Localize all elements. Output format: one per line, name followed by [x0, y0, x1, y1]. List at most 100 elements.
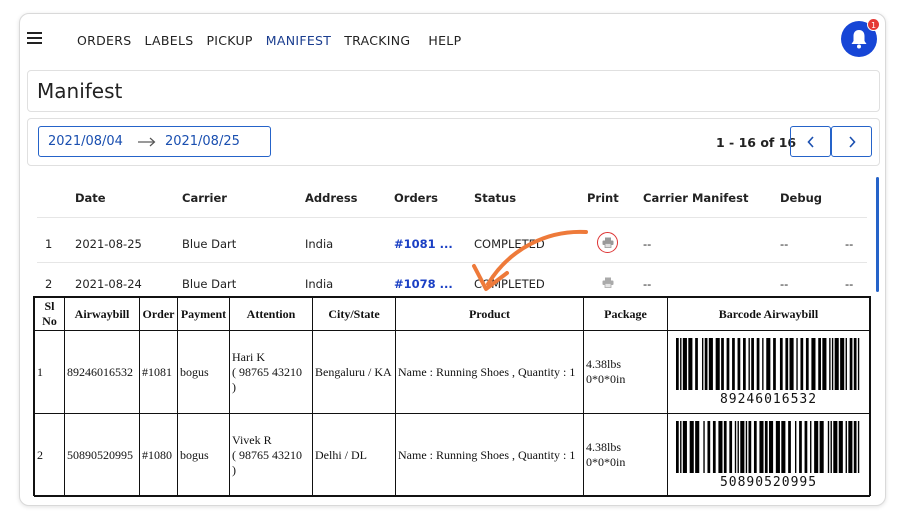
nav-tracking[interactable]: TRACKING [344, 33, 410, 48]
row-address: India [305, 277, 334, 291]
barcode-bar [694, 337, 698, 390]
barcode-bar [689, 420, 694, 473]
table-row[interactable]: 1 2021-08-25 Blue Dart India #1081 ... C… [37, 223, 867, 263]
title-card: Manifest [27, 70, 880, 112]
label-awb: 89246016532 [64, 330, 140, 414]
barcode-bar [694, 420, 699, 473]
prev-page-button[interactable] [790, 126, 831, 157]
barcode-bar [775, 420, 780, 473]
bell-icon [851, 30, 867, 49]
package-dims: 0*0*0in [586, 455, 626, 469]
label-package: 4.38lbs 0*0*0in [583, 413, 668, 497]
barcode-bar [828, 337, 831, 390]
barcode-number: 50890520995 [719, 474, 818, 490]
barcode-bar [764, 420, 768, 473]
barcode-bar [704, 337, 707, 390]
filter-bar: 2021/08/04 2021/08/25 1 - 16 of 16 [27, 118, 880, 166]
barcode-bar [809, 420, 811, 473]
barcode-bar [849, 337, 852, 390]
barcode-image [675, 337, 859, 390]
table-header: Date Carrier Address Orders Status Print… [37, 178, 867, 218]
row-date: 2021-08-25 [75, 237, 142, 251]
label-header-attention: Attention [229, 297, 313, 331]
notification-badge: 1 [867, 18, 880, 31]
barcode-bar [813, 420, 818, 473]
label-payment: bogus [177, 330, 230, 414]
header-date: Date [75, 191, 106, 205]
barcode-bar [838, 420, 843, 473]
barcode-bar [758, 420, 764, 473]
date-range-picker[interactable]: 2021/08/04 2021/08/25 [38, 126, 271, 157]
barcode-bar [817, 337, 821, 390]
barcode-bar [708, 337, 713, 390]
label-city: Delhi / DL [312, 413, 396, 497]
top-nav: ORDERS LABELS PICKUP MANIFEST TRACKING H… [20, 14, 885, 66]
row-address: India [305, 237, 334, 251]
nav-help[interactable]: HELP [428, 33, 461, 48]
header-debug: Debug [780, 191, 822, 205]
row-index: 2 [45, 277, 53, 291]
barcode-bar [845, 337, 847, 390]
nav-manifest[interactable]: MANIFEST [266, 33, 331, 48]
nav-pickup[interactable]: PICKUP [206, 33, 252, 48]
attention-name: Hari K [232, 349, 265, 364]
barcode-bar [831, 337, 833, 390]
row-extra: -- [845, 277, 854, 291]
chevron-left-icon [806, 135, 814, 148]
barcode-bar [857, 337, 859, 390]
barcode-bar [756, 337, 759, 390]
package-dims: 0*0*0in [586, 372, 626, 386]
print-button[interactable] [597, 232, 618, 253]
barcode-bar [723, 420, 727, 473]
label-barcode: 89246016532 [667, 330, 870, 414]
label-header-payment: Payment [177, 297, 230, 331]
barcode-bar [737, 420, 739, 473]
label-sl: 2 [34, 413, 65, 497]
date-from: 2021/08/04 [48, 134, 123, 149]
barcode-bar [765, 337, 770, 390]
barcode-bar [750, 337, 754, 390]
next-page-button[interactable] [831, 126, 872, 157]
row-orders-link[interactable]: #1078 ... [394, 277, 453, 291]
label-row: 1 89246016532 #1081 bogus Hari K ( 98765… [34, 330, 870, 414]
chevron-right-icon [848, 135, 856, 148]
attention-name: Vivek R [232, 432, 272, 447]
barcode-bar [789, 337, 794, 390]
barcode-bar [675, 420, 679, 473]
label-header-sl: Sl No [34, 297, 65, 331]
label-product: Name : Running Shoes , Quantity : 1 [395, 330, 584, 414]
nav-labels[interactable]: LABELS [144, 33, 193, 48]
barcode-bar [768, 420, 773, 473]
arrow-right-icon [137, 137, 156, 146]
barcode-bar [772, 337, 776, 390]
header-print: Print [587, 191, 619, 205]
menu-icon[interactable] [27, 32, 42, 44]
row-date: 2021-08-24 [75, 277, 142, 291]
label-awb: 50890520995 [64, 413, 140, 497]
package-weight: 4.38lbs [586, 440, 622, 454]
barcode-bar [832, 420, 837, 473]
printer-icon [602, 237, 613, 248]
barcode-bar [853, 337, 857, 390]
row-status: COMPLETED [474, 277, 545, 291]
date-to: 2021/08/25 [164, 134, 240, 149]
row-extra: -- [845, 237, 854, 251]
nav-links: ORDERS LABELS PICKUP MANIFEST TRACKING H… [77, 33, 474, 48]
header-address: Address [305, 191, 358, 205]
label-attention: Hari K ( 98765 43210 ) [229, 330, 313, 414]
row-carrier-manifest: -- [643, 237, 652, 251]
manifest-table: Date Carrier Address Orders Status Print… [27, 174, 880, 304]
label-order: #1080 [139, 413, 178, 497]
print-button[interactable] [597, 272, 618, 293]
header-status: Status [474, 191, 517, 205]
barcode-bar [753, 420, 757, 473]
barcode-bar [726, 337, 729, 390]
label-product: Name : Running Shoes , Quantity : 1 [395, 413, 584, 497]
barcode-bar [804, 420, 807, 473]
nav-orders[interactable]: ORDERS [77, 33, 131, 48]
row-carrier: Blue Dart [182, 277, 237, 291]
barcode-bar [830, 420, 832, 473]
row-index: 1 [45, 237, 53, 251]
scrollbar[interactable] [876, 177, 879, 292]
row-orders-link[interactable]: #1081 ... [394, 237, 453, 251]
